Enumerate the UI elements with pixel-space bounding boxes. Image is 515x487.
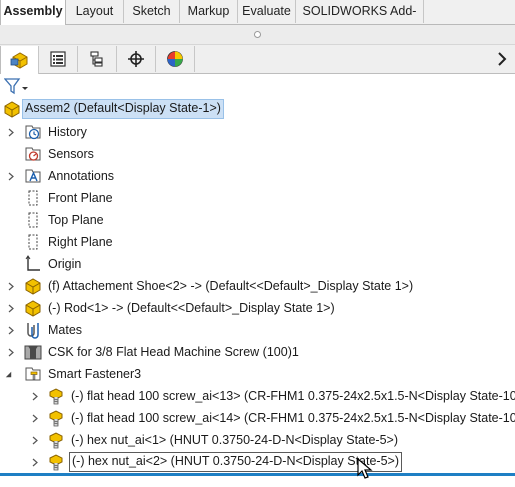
tree-item-label: (-) flat head 100 screw_ai<14> (CR-FHM1 … xyxy=(71,411,515,425)
tree-item-label: Smart Fastener3 xyxy=(48,367,142,381)
tab-configurationmanager[interactable] xyxy=(78,46,117,72)
tree-item-label: Annotations xyxy=(48,169,115,183)
tree-item-flat-head-screw-13[interactable]: (-) flat head 100 screw_ai<13> (CR-FHM1 … xyxy=(0,385,515,407)
tree-item-label: Origin xyxy=(48,257,82,271)
expand-arrow-icon[interactable] xyxy=(31,457,38,467)
tree-item-hex-nut-1[interactable]: (-) hex nut_ai<1> (HNUT 0.3750-24-D-N<Di… xyxy=(0,429,515,451)
tab-solidworks-add-ins[interactable]: SOLIDWORKS Add-Ins xyxy=(296,0,424,41)
fastener-part-icon xyxy=(47,431,65,449)
tree-item-origin[interactable]: Origin xyxy=(0,253,515,275)
tab-evaluate[interactable]: Evaluate xyxy=(238,0,296,23)
expand-arrow-icon[interactable] xyxy=(31,413,38,423)
tree-item-label: (f) Attachement Shoe<2> -> (Default<<Def… xyxy=(48,279,414,293)
tree-item-mates[interactable]: Mates xyxy=(0,319,515,341)
manager-tabs xyxy=(0,45,515,74)
tab-assembly[interactable]: Assembly xyxy=(0,0,66,25)
tree-item-label: (-) flat head 100 screw_ai<13> (CR-FHM1 … xyxy=(71,389,515,403)
expand-arrow-icon[interactable] xyxy=(7,325,14,335)
tab-displaymanager[interactable] xyxy=(156,46,195,72)
assembly-icon xyxy=(3,100,21,118)
tab-markup[interactable]: Markup xyxy=(180,0,238,23)
dimxpertmanager-icon xyxy=(128,51,144,67)
panel-splitter[interactable] xyxy=(0,25,515,45)
tree-item-annotations[interactable]: Annotations xyxy=(0,165,515,187)
configurationmanager-icon xyxy=(90,51,103,67)
smart-fastener-icon xyxy=(24,365,42,383)
origin-icon xyxy=(24,255,42,273)
part-icon xyxy=(24,277,42,295)
tree-root-assembly[interactable]: Assem2 (Default<Display State-1>) xyxy=(0,98,515,120)
command-manager-tabs: Assembly Layout Sketch Markup Evaluate S… xyxy=(0,0,515,41)
tree-item-csk-hole[interactable]: CSK for 3/8 Flat Head Machine Screw (100… xyxy=(0,341,515,363)
tree-item-label: History xyxy=(48,125,87,139)
tree-item-label: (-) hex nut_ai<2> (HNUT 0.3750-24-D-N<Di… xyxy=(69,452,402,472)
filter-button[interactable] xyxy=(3,77,30,95)
expand-arrow-icon[interactable] xyxy=(7,347,14,357)
tab-propertymanager[interactable] xyxy=(39,46,78,72)
tree-filter-bar xyxy=(0,74,515,98)
tree-root-label: Assem2 (Default<Display State-1>) xyxy=(22,99,224,119)
collapse-arrow-icon[interactable] xyxy=(5,369,12,379)
tree-item-label: Right Plane xyxy=(48,235,113,249)
tab-dimxpertmanager[interactable] xyxy=(117,46,156,72)
tree-item-hex-nut-2[interactable]: (-) hex nut_ai<2> (HNUT 0.3750-24-D-N<Di… xyxy=(0,451,515,473)
panel-bottom-area xyxy=(0,476,515,487)
chevron-right-icon[interactable] xyxy=(495,51,509,67)
tab-featuremanager[interactable] xyxy=(0,46,39,74)
propertymanager-icon xyxy=(50,51,66,67)
tree-item-right-plane[interactable]: Right Plane xyxy=(0,231,515,253)
filter-icon xyxy=(3,78,28,95)
tree-item-rod[interactable]: (-) Rod<1> -> (Default<<Default>_Display… xyxy=(0,297,515,319)
hole-feature-icon xyxy=(24,343,42,361)
plane-icon xyxy=(24,211,42,229)
tree-item-label: Front Plane xyxy=(48,191,113,205)
tree-item-top-plane[interactable]: Top Plane xyxy=(0,209,515,231)
tree-item-label: Sensors xyxy=(48,147,94,161)
plane-icon xyxy=(24,233,42,251)
fastener-part-icon xyxy=(47,409,65,427)
fastener-part-icon xyxy=(47,453,65,471)
tree-item-label: Top Plane xyxy=(48,213,104,227)
tree-item-attachement-shoe[interactable]: (f) Attachement Shoe<2> -> (Default<<Def… xyxy=(0,275,515,297)
tab-sketch[interactable]: Sketch xyxy=(124,0,180,23)
tree-item-label: (-) Rod<1> -> (Default<<Default>_Display… xyxy=(48,301,335,315)
tree-item-smart-fastener[interactable]: Smart Fastener3 xyxy=(0,363,515,385)
expand-arrow-icon[interactable] xyxy=(31,435,38,445)
expand-arrow-icon[interactable] xyxy=(7,281,14,291)
tree-item-history[interactable]: History xyxy=(0,121,515,143)
tree-item-label: (-) hex nut_ai<1> (HNUT 0.3750-24-D-N<Di… xyxy=(71,433,398,447)
tree-item-label: CSK for 3/8 Flat Head Machine Screw (100… xyxy=(48,345,299,359)
fastener-part-icon xyxy=(47,387,65,405)
tree-item-flat-head-screw-14[interactable]: (-) flat head 100 screw_ai<14> (CR-FHM1 … xyxy=(0,407,515,429)
tree-item-sensors[interactable]: Sensors xyxy=(0,143,515,165)
feature-tree: Assem2 (Default<Display State-1>) Histor… xyxy=(0,98,515,474)
expand-arrow-icon[interactable] xyxy=(7,127,14,137)
history-icon xyxy=(24,123,42,141)
expand-arrow-icon[interactable] xyxy=(31,391,38,401)
plane-icon xyxy=(24,189,42,207)
sensors-icon xyxy=(24,145,42,163)
tab-layout[interactable]: Layout xyxy=(66,0,124,23)
splitter-grip-icon xyxy=(254,31,261,38)
displaymanager-icon xyxy=(167,51,183,67)
mouse-cursor-icon xyxy=(357,457,373,480)
tree-item-label: Mates xyxy=(48,323,83,337)
annotations-icon xyxy=(24,167,42,185)
expand-arrow-icon[interactable] xyxy=(7,171,14,181)
tree-item-front-plane[interactable]: Front Plane xyxy=(0,187,515,209)
part-icon xyxy=(24,299,42,317)
featuremanager-icon xyxy=(10,52,27,69)
mates-icon xyxy=(24,321,42,339)
expand-arrow-icon[interactable] xyxy=(7,303,14,313)
